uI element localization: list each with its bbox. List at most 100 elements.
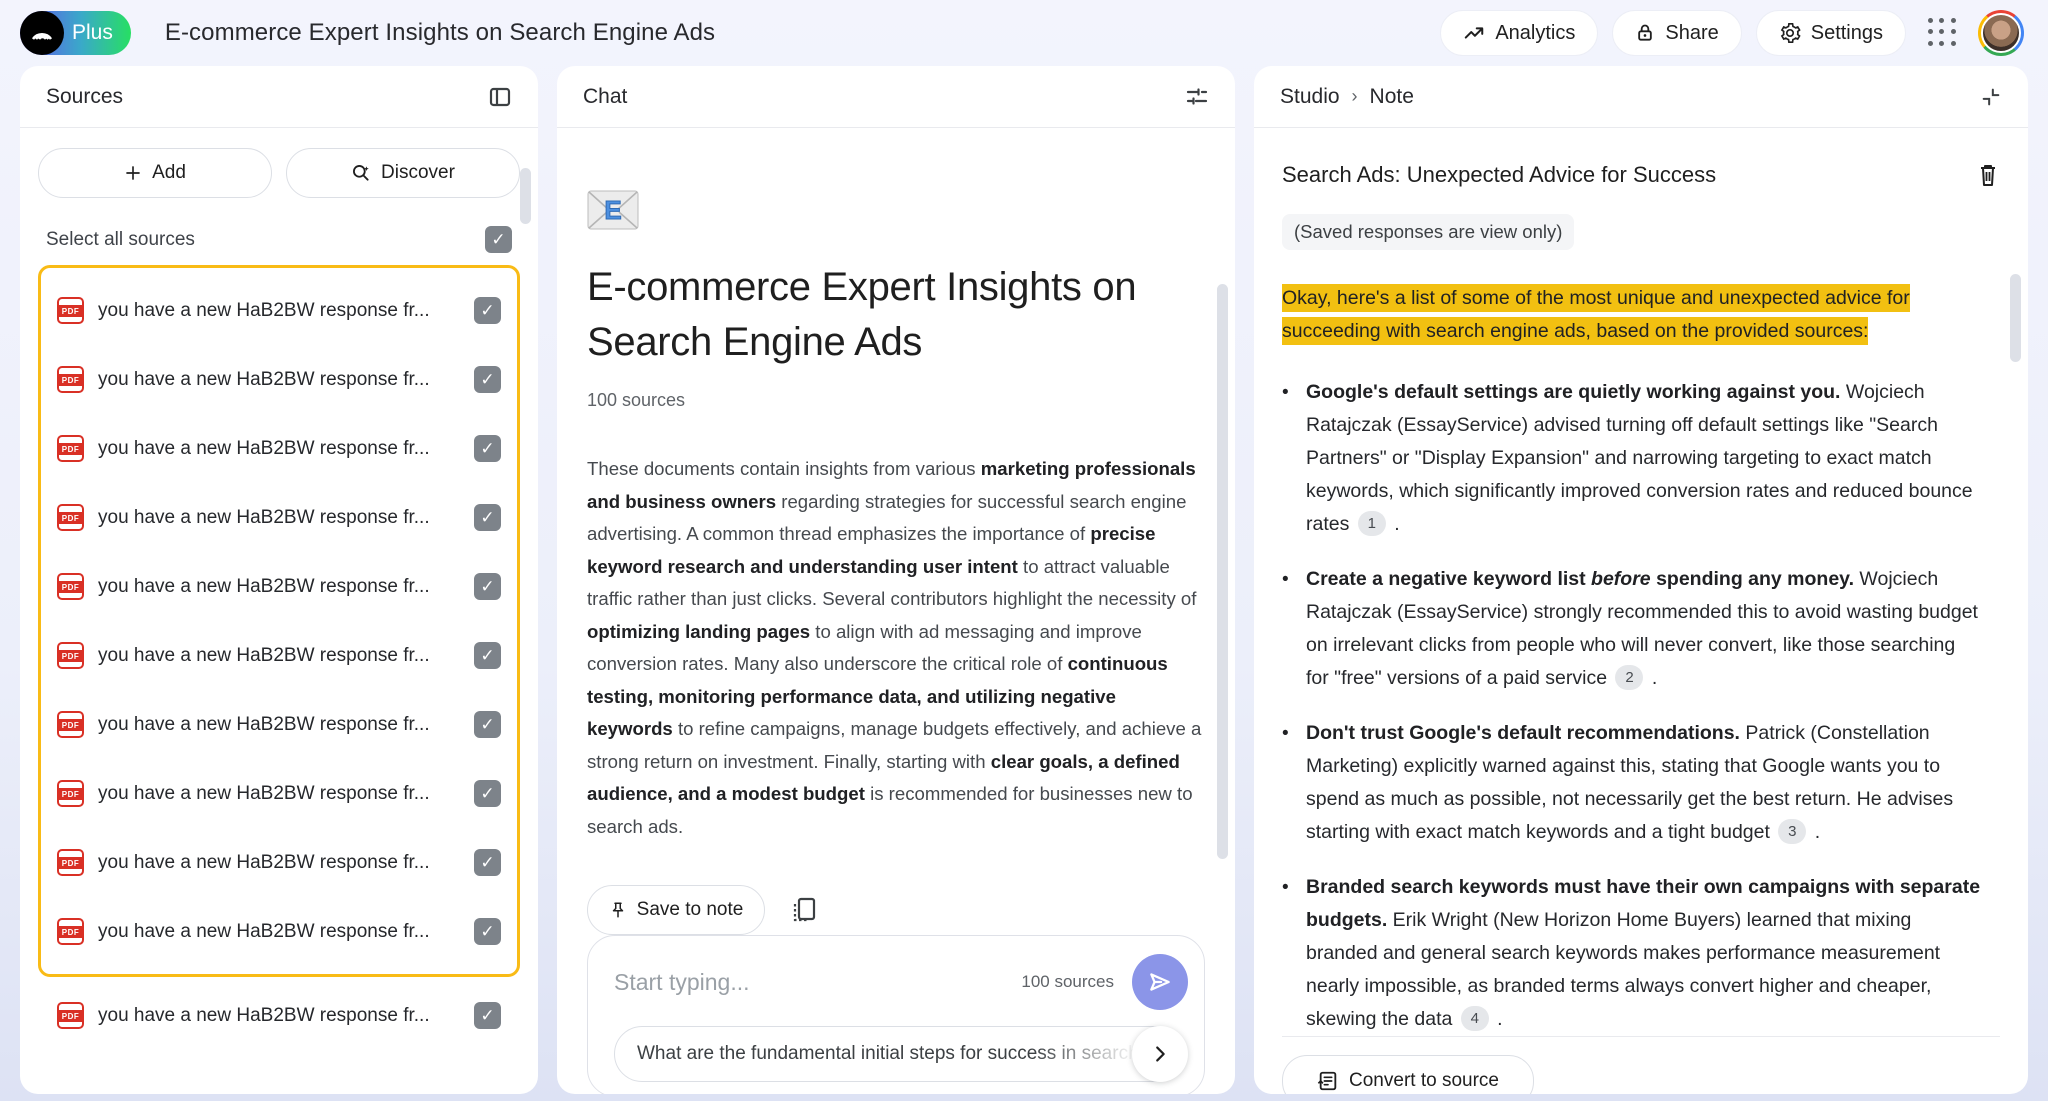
chat-settings-icon[interactable] <box>1185 85 1209 109</box>
source-checkbox[interactable]: ✓ <box>474 780 501 807</box>
source-title: you have a new HaB2BW response fr... <box>98 300 460 322</box>
source-row[interactable]: PDF you have a new HaB2BW response fr... ✓ <box>53 759 505 828</box>
selected-sources-box: PDF you have a new HaB2BW response fr... ✓… <box>38 265 520 977</box>
source-row[interactable]: PDF you have a new HaB2BW response fr... ✓ <box>53 414 505 483</box>
discover-sources-button[interactable]: Discover <box>286 148 520 198</box>
chat-scrollbar[interactable] <box>1217 284 1228 859</box>
breadcrumb: Studio › Note <box>1280 85 1414 109</box>
source-row[interactable]: PDFyou have a new HaB2BW response fr...✓ <box>53 828 505 897</box>
source-row[interactable]: PDF you have a new HaB2BW response fr... ✓ <box>53 981 505 1050</box>
citation-badge[interactable]: 2 <box>1615 665 1643 690</box>
source-checkbox[interactable]: ✓ <box>474 1002 501 1029</box>
source-row[interactable]: PDFyou have a new HaB2BW response fr...✓ <box>53 345 505 414</box>
delete-note-icon[interactable] <box>1976 162 2000 188</box>
select-all-label: Select all sources <box>46 229 195 251</box>
source-row[interactable]: PDF you have a new HaB2BW response fr... ✓ <box>53 897 505 966</box>
citation-badge[interactable]: 4 <box>1461 1006 1489 1031</box>
source-title: you have a new HaB2BW response fr... <box>98 576 460 598</box>
svg-text:E: E <box>604 195 621 225</box>
trending-up-icon <box>1463 22 1485 44</box>
chat-input[interactable] <box>614 969 1003 996</box>
view-only-notice: (Saved responses are view only) <box>1282 214 1574 250</box>
note-bullets: •Google's default settings are quietly w… <box>1282 376 2000 1036</box>
collapse-studio-panel-icon[interactable] <box>1980 86 2002 108</box>
sources-panel: Sources Add Discover Select all sources … <box>20 66 538 1094</box>
pdf-icon: PDF <box>57 780 84 807</box>
collapse-sources-panel-icon[interactable] <box>488 85 512 109</box>
breadcrumb-studio[interactable]: Studio <box>1280 85 1340 109</box>
source-row[interactable]: PDF you have a new HaB2BW response fr... ✓ <box>53 276 505 345</box>
copy-icon[interactable] <box>791 896 817 924</box>
save-to-note-label: Save to note <box>637 899 744 921</box>
chat-panel-title: Chat <box>583 85 627 109</box>
lock-icon <box>1635 22 1655 44</box>
studio-scrollbar[interactable] <box>2010 274 2021 362</box>
share-label: Share <box>1665 22 1718 45</box>
settings-label: Settings <box>1811 22 1883 45</box>
analytics-button[interactable]: Analytics <box>1440 10 1598 56</box>
google-apps-icon[interactable] <box>1928 18 1958 48</box>
source-row[interactable]: PDFyou have a new HaB2BW response fr...✓ <box>53 483 505 552</box>
source-checkbox[interactable]: ✓ <box>474 918 501 945</box>
convert-note-icon <box>1317 1070 1339 1092</box>
source-checkbox[interactable]: ✓ <box>474 297 501 324</box>
citation-badge[interactable]: 3 <box>1778 819 1806 844</box>
analytics-label: Analytics <box>1495 22 1575 45</box>
bullet-dot: • <box>1282 871 1296 1036</box>
notebooklm-logo[interactable]: Plus <box>20 11 131 55</box>
add-source-label: Add <box>152 162 186 184</box>
save-to-note-button[interactable]: Save to note <box>587 885 765 935</box>
studio-panel: Studio › Note Search Ads: Unexpected Adv… <box>1254 66 2028 1094</box>
source-row[interactable]: PDF you have a new HaB2BW response fr... ✓ <box>53 690 505 759</box>
source-title: you have a new HaB2BW response fr... <box>98 783 460 805</box>
source-checkbox[interactable]: ✓ <box>474 366 501 393</box>
search-sparkle-icon <box>351 163 371 183</box>
note-bullet: •Google's default settings are quietly w… <box>1282 376 1982 541</box>
source-title: you have a new HaB2BW response fr... <box>98 438 460 460</box>
discover-sources-label: Discover <box>381 162 455 184</box>
note-bullet: •Create a negative keyword list before s… <box>1282 563 1982 695</box>
source-title: you have a new HaB2BW response fr... <box>98 921 460 943</box>
pdf-icon: PDF <box>57 435 84 462</box>
send-button[interactable] <box>1132 954 1188 1010</box>
source-title: you have a new HaB2BW response fr... <box>98 1005 460 1027</box>
suggested-question-chip[interactable]: What are the fundamental initial steps f… <box>614 1026 1184 1082</box>
notebook-title-topbar: E-commerce Expert Insights on Search Eng… <box>165 19 715 47</box>
source-title: you have a new HaB2BW response fr... <box>98 507 460 529</box>
source-checkbox[interactable]: ✓ <box>474 435 501 462</box>
send-icon <box>1147 969 1173 995</box>
user-avatar[interactable] <box>1978 10 2024 56</box>
sources-count: 100 sources <box>587 390 1205 411</box>
pdf-icon: PDF <box>57 918 84 945</box>
overflow-sources: PDF you have a new HaB2BW response fr... ✓ <box>38 977 520 1050</box>
chat-input-container: 100 sources What are the fundamental ini… <box>587 935 1205 1094</box>
add-source-button[interactable]: Add <box>38 148 272 198</box>
source-checkbox[interactable]: ✓ <box>474 504 501 531</box>
plus-icon <box>124 164 142 182</box>
select-all-checkbox[interactable]: ✓ <box>485 226 512 253</box>
sources-scrollbar[interactable] <box>520 168 531 224</box>
pdf-icon: PDF <box>57 297 84 324</box>
source-title: you have a new HaB2BW response fr... <box>98 714 460 736</box>
email-emoji-icon: E <box>587 190 1205 230</box>
source-checkbox[interactable]: ✓ <box>474 573 501 600</box>
source-checkbox[interactable]: ✓ <box>474 849 501 876</box>
source-checkbox[interactable]: ✓ <box>474 711 501 738</box>
convert-to-source-button[interactable]: Convert to source <box>1282 1055 1534 1094</box>
top-bar: Plus E-commerce Expert Insights on Searc… <box>0 0 2048 66</box>
pdf-icon: PDF <box>57 1002 84 1029</box>
source-title: you have a new HaB2BW response fr... <box>98 369 460 391</box>
source-row[interactable]: PDF you have a new HaB2BW response fr... ✓ <box>53 552 505 621</box>
pdf-icon: PDF <box>57 573 84 600</box>
bullet-dot: • <box>1282 717 1296 849</box>
note-title: Search Ads: Unexpected Advice for Succes… <box>1282 162 1716 188</box>
source-row[interactable]: PDFyou have a new HaB2BW response fr...✓ <box>53 621 505 690</box>
settings-button[interactable]: Settings <box>1756 10 1906 56</box>
next-suggestion-button[interactable] <box>1132 1026 1188 1082</box>
source-title: you have a new HaB2BW response fr... <box>98 852 460 874</box>
pdf-icon: PDF <box>57 711 84 738</box>
notebook-summary: These documents contain insights from va… <box>587 453 1205 843</box>
citation-badge[interactable]: 1 <box>1358 511 1386 536</box>
source-checkbox[interactable]: ✓ <box>474 642 501 669</box>
share-button[interactable]: Share <box>1612 10 1741 56</box>
